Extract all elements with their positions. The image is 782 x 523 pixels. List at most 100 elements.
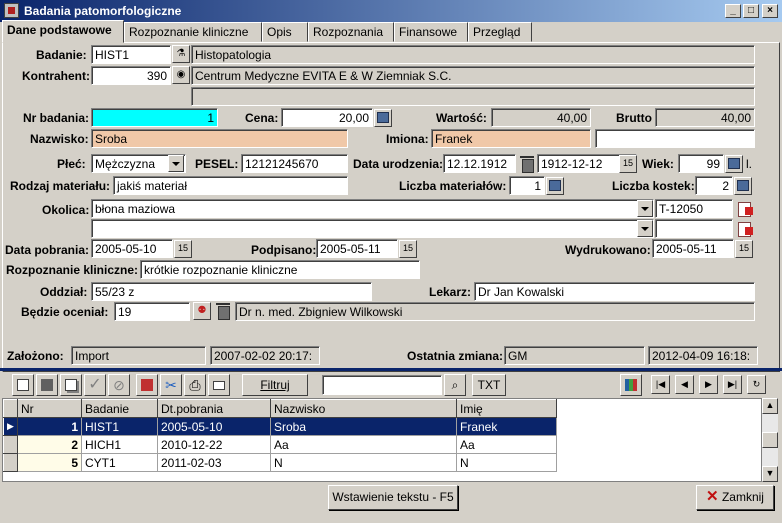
cell-nazwisko: N: [270, 453, 457, 472]
nr-badania-field[interactable]: 1: [91, 108, 218, 127]
cell-nazwisko: Sroba: [270, 417, 457, 436]
close-button[interactable]: ✕ Zamknij: [696, 485, 774, 510]
prev-record-icon[interactable]: ◀: [675, 375, 694, 394]
filter-search-input[interactable]: [322, 375, 442, 395]
last-record-icon[interactable]: ▶|: [723, 375, 742, 394]
liczba-materialow-label: Liczba materiałów:: [399, 179, 507, 193]
close-button-label: Zamknij: [721, 490, 764, 504]
card-icon[interactable]: [208, 374, 230, 396]
zalozono-at-field: 2007-02-02 20:17:: [210, 346, 320, 365]
tab-finansowe[interactable]: Finansowe: [394, 22, 468, 42]
copy-icon[interactable]: [60, 374, 82, 396]
cell-dt: 2005-05-10: [157, 417, 271, 436]
calendar-icon[interactable]: 15: [174, 240, 192, 258]
okolica-select-2[interactable]: [91, 219, 654, 238]
tab-przeglad[interactable]: Przegląd: [468, 22, 532, 42]
wydrukowano-label: Wydrukowano:: [565, 243, 651, 257]
minimize-button[interactable]: _: [725, 4, 741, 18]
podpisano-field[interactable]: 2005-05-11: [316, 239, 398, 258]
calculator-icon[interactable]: [734, 177, 752, 195]
rozpoznanie-kliniczne-field[interactable]: krótkie rozpoznanie kliniczne: [140, 260, 420, 279]
tab-dane-podstawowe[interactable]: Dane podstawowe: [2, 20, 124, 43]
okolica-dropdown-icon[interactable]: [637, 200, 653, 217]
data-pobrania-field[interactable]: 2005-05-10: [91, 239, 173, 258]
nr-badania-label: Nr badania:: [23, 111, 90, 125]
calendar-icon[interactable]: 15: [735, 240, 753, 258]
oddzial-field[interactable]: 55/23 z: [91, 282, 372, 301]
insert-text-button[interactable]: Wstawienie tekstu - F5: [328, 485, 458, 510]
globe-icon[interactable]: ◉: [172, 66, 190, 84]
okolica-dropdown-icon-2[interactable]: [637, 220, 653, 237]
report-icon[interactable]: [136, 374, 158, 396]
cancel-icon[interactable]: ⊘: [108, 374, 130, 396]
badanie-code-field[interactable]: HIST1: [91, 45, 171, 64]
table-row[interactable]: 2 HICH1 2010-12-22 Aa Aa: [3, 435, 557, 454]
wiek-field[interactable]: 99: [678, 154, 724, 173]
new-document-icon[interactable]: [12, 374, 34, 396]
liczba-kostek-label: Liczba kostek:: [612, 179, 695, 193]
trash-icon[interactable]: [519, 155, 535, 173]
column-header[interactable]: Dt.pobrania: [157, 399, 271, 418]
flask-icon[interactable]: ⚗: [172, 45, 190, 63]
cena-field[interactable]: 20,00: [281, 108, 373, 127]
window-title: Badania patomorfologiczne: [24, 4, 182, 18]
cell-badanie: HICH1: [81, 435, 158, 454]
nazwisko-field[interactable]: Sroba: [91, 129, 348, 148]
tools-icon[interactable]: ✂: [160, 374, 182, 396]
calculator-icon[interactable]: [546, 177, 564, 195]
imiona-extra-field[interactable]: [595, 129, 755, 148]
txt-button[interactable]: TXT: [472, 374, 506, 396]
column-header[interactable]: Badanie: [81, 399, 158, 418]
tab-rozpoznania[interactable]: Rozpoznania: [308, 22, 394, 42]
column-header[interactable]: Nazwisko: [270, 399, 457, 418]
tab-rozpoznanie-kliniczne[interactable]: Rozpoznanie kliniczne: [124, 22, 262, 42]
rodzaj-materialu-field[interactable]: jakiś materiał: [113, 176, 348, 195]
search-icon[interactable]: ⌕: [444, 374, 466, 396]
table-row[interactable]: 5 CYT1 2011-02-03 N N: [3, 453, 557, 472]
bedzie-ocenial-label: Będzie oceniał:: [21, 305, 109, 319]
calendar-icon[interactable]: 15: [399, 240, 417, 258]
columns-icon[interactable]: [620, 374, 642, 396]
scroll-thumb[interactable]: [762, 432, 778, 448]
check-icon[interactable]: ✓: [84, 374, 106, 396]
data-urodzenia-field[interactable]: 12.12.1912: [443, 154, 516, 173]
column-header[interactable]: Nr: [17, 399, 82, 418]
pesel-label: PESEL:: [195, 157, 239, 171]
add-record-icon[interactable]: [737, 200, 753, 217]
delete-icon[interactable]: [36, 374, 58, 396]
calculator-icon[interactable]: [725, 155, 743, 173]
calendar-icon[interactable]: 15: [619, 155, 637, 173]
scroll-down-icon[interactable]: ▼: [762, 466, 778, 482]
bedzie-ocenial-id-field[interactable]: 19: [114, 302, 190, 321]
people-icon[interactable]: ⚉: [193, 302, 211, 320]
kontrahent-id-field[interactable]: 390: [91, 66, 171, 85]
close-window-button[interactable]: ×: [762, 4, 778, 18]
wydrukowano-field[interactable]: 2005-05-11: [652, 239, 734, 258]
liczba-kostek-field[interactable]: 2: [695, 176, 733, 195]
okolica-code-field[interactable]: T-12050: [655, 199, 733, 218]
filter-button[interactable]: Filtruj: [242, 374, 308, 396]
liczba-materialow-field[interactable]: 1: [509, 176, 545, 195]
add-record-icon[interactable]: [737, 220, 753, 237]
badanie-name-field: Histopatologia: [191, 45, 755, 64]
okolica-code-field-2[interactable]: [655, 219, 733, 238]
imiona-field[interactable]: Franek: [431, 129, 591, 148]
scroll-up-icon[interactable]: ▲: [762, 398, 778, 414]
data-urodzenia-label: Data urodzenia:: [353, 157, 444, 171]
refresh-icon[interactable]: ↻: [747, 375, 766, 394]
plec-label: Płeć:: [57, 157, 86, 171]
table-row[interactable]: ▶ 1 HIST1 2005-05-10 Sroba Franek: [3, 417, 557, 436]
column-header[interactable]: Imię: [456, 399, 557, 418]
print-icon[interactable]: ⎙: [184, 374, 206, 396]
trash-icon[interactable]: [215, 302, 231, 320]
first-record-icon[interactable]: |◀: [651, 375, 670, 394]
lekarz-field[interactable]: Dr Jan Kowalski: [474, 282, 755, 301]
calculator-icon[interactable]: [374, 109, 392, 127]
maximize-button[interactable]: □: [743, 4, 759, 18]
next-record-icon[interactable]: ▶: [699, 375, 718, 394]
pesel-field[interactable]: 12121245670: [241, 154, 348, 173]
okolica-select[interactable]: błona maziowa: [91, 199, 654, 218]
plec-dropdown-icon[interactable]: [168, 155, 184, 172]
vertical-scrollbar[interactable]: ▲ ▼: [762, 398, 778, 482]
tab-opis[interactable]: Opis: [262, 22, 308, 42]
